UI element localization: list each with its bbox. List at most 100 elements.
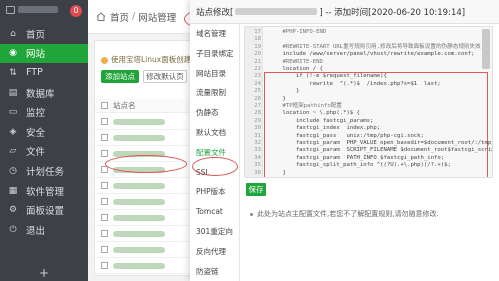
site-name-masked [113,198,165,205]
sidebar-item[interactable]: ▭ 监控 [0,102,88,122]
modal-menu-item[interactable]: PHP版本 [190,182,239,202]
add-site-button[interactable]: 添加站点 [101,70,139,83]
line-number: 31 [254,132,261,139]
table-row[interactable] [95,194,193,210]
breadcrumb-home[interactable]: 首页 [110,10,129,24]
home-icon: ⌂ [10,28,16,39]
line-number: 23 [254,73,261,80]
code-line: 20 include /www/server/panel/vhost/rewri… [245,51,492,58]
table-row[interactable] [95,210,193,226]
code-line: 25 } [245,88,492,95]
code-text: } [269,169,286,176]
bullet-icon [250,212,253,216]
code-line: 22 location / { [245,66,492,73]
site-list-panel: 使用宝塔Linux面板创建站点 添加站点 修改默认页 站点名 [94,40,206,276]
line-number: 27 [254,103,261,109]
table-row[interactable] [95,114,193,130]
sidebar-item[interactable]: ⏻ 退出 [0,220,88,240]
modal-title-prefix: 站点修改[ [196,7,234,18]
notification-badge[interactable]: 0 [70,5,82,17]
row-checkbox[interactable] [101,246,108,253]
row-checkbox[interactable] [101,182,108,189]
site-name-masked [113,134,165,141]
code-text: fastcgi_split_path_info ^((?U).+\.php)(/… [269,162,451,169]
modal-menu-item[interactable]: 伪静态 [190,103,239,123]
code-line: 35 fastcgi_split_path_info ^((?U).+\.php… [245,162,492,169]
code-text: fastcgi_param PHP_VALUE open_basedir=$do… [295,140,492,146]
ftp-icon: ⇅ [9,67,17,78]
line-number: 33 [254,147,261,154]
sidebar: 0 ⌂ 首页 ◉ 网站 ⇅ FTP ▤ 数据库 ▭ 监控 ◈ 安全 ▱ 文件 ◷ 计划任务 ▦ 软件管理 ⚙ 面板设置… [0,0,88,281]
code-text: #TP框架pathinfo配置 [269,103,342,109]
modal-menu-item[interactable]: 301重定向 [190,222,239,242]
modal-title-suffix: ] -- 添加时间[2020-06-20 10:19:14] [319,7,466,18]
database-icon: ▤ [8,87,18,98]
modal-menu-item[interactable]: 默认文档 [190,123,239,143]
row-checkbox[interactable] [101,230,108,237]
config-code-editor[interactable]: 17 #PHP-INFO-END 18 19 #REWRITE-START URL重… [244,26,493,178]
sidebar-item[interactable]: ⚙ 面板设置 [0,200,88,220]
sidebar-item-label: FTP [26,67,43,79]
modal-menu-item[interactable]: 子目录绑定 [190,44,239,64]
row-checkbox[interactable] [101,214,108,221]
code-line: 26 } [245,96,492,103]
site-name-masked [113,262,165,269]
table-row[interactable] [95,258,193,274]
line-number: 28 [254,110,261,117]
row-checkbox[interactable] [101,198,108,205]
modal-menu-item[interactable]: 防盗链 [190,262,239,281]
row-checkbox[interactable] [101,134,108,141]
column-site-name[interactable]: 站点名 [113,100,136,111]
table-row[interactable] [95,242,193,258]
modal-menu-item[interactable]: 反向代理 [190,242,239,262]
modal-menu-item[interactable]: 域名管理 [190,24,239,44]
row-checkbox[interactable] [101,118,108,125]
sidebar-item[interactable]: ◷ 计划任务 [0,161,88,181]
code-text: fastcgi_param SCRIPT_FILENAME $document_… [295,147,492,154]
sidebar-item[interactable]: ⇅ FTP [0,63,88,83]
row-checkbox[interactable] [101,166,108,173]
table-row[interactable] [95,130,193,146]
sidebar-item[interactable]: ◉ 网站 [0,43,88,64]
line-number: 22 [254,66,261,72]
sidebar-item[interactable]: ▦ 软件管理 [0,181,88,201]
sidebar-account[interactable]: 0 [0,0,88,24]
sidebar-item-label: 安全 [26,127,46,139]
line-number: 17 [254,29,261,35]
code-text: location / { [269,66,323,72]
modal-menu-item[interactable]: 流量限制 [190,83,239,103]
line-number: 26 [254,95,261,102]
add-shortcut-button[interactable]: + [0,267,88,281]
sidebar-item[interactable]: ▱ 文件 [0,142,88,162]
save-button[interactable]: 保存 [246,183,266,196]
line-number: 32 [254,140,261,146]
sidebar-item-label: 监控 [26,108,46,120]
modal-menu-item[interactable]: 配置文件 [190,143,239,163]
row-checkbox[interactable] [101,150,108,157]
sidebar-item[interactable]: ◈ 安全 [0,122,88,142]
sidebar-item-label: 软件管理 [26,186,65,198]
table-row[interactable] [95,162,193,178]
site-name-masked [113,182,165,189]
table-row[interactable] [95,146,193,162]
modal-menu-item[interactable]: SSL [190,163,239,183]
config-note-text: 此处为站点主配置文件,若您不了解配置规则,请勿随意修改. [257,210,439,218]
code-line: 30 fastcgi_index index.php; [245,125,492,132]
line-number: 25 [254,88,261,95]
line-number: 36 [254,169,261,176]
code-text: fastcgi_index index.php; [269,125,381,132]
modify-default-page-button[interactable]: 修改默认页 [143,70,187,83]
select-all-checkbox[interactable] [101,102,108,109]
sidebar-item[interactable]: ▤ 数据库 [0,83,88,103]
domain-masked [235,8,318,15]
modal-menu-item[interactable]: Tomcat [190,202,239,222]
row-checkbox[interactable] [101,262,108,269]
table-row[interactable] [95,226,193,242]
code-line: 28 location ~ \.php(.*)$ { [245,110,492,117]
site-name-masked [113,118,165,125]
sidebar-item[interactable]: ⌂ 首页 [0,24,88,44]
server-icon [6,6,15,14]
table-row[interactable] [95,178,193,194]
sidebar-item-label: 面板设置 [26,206,65,218]
modal-menu-item[interactable]: 网站目录 [190,64,239,84]
